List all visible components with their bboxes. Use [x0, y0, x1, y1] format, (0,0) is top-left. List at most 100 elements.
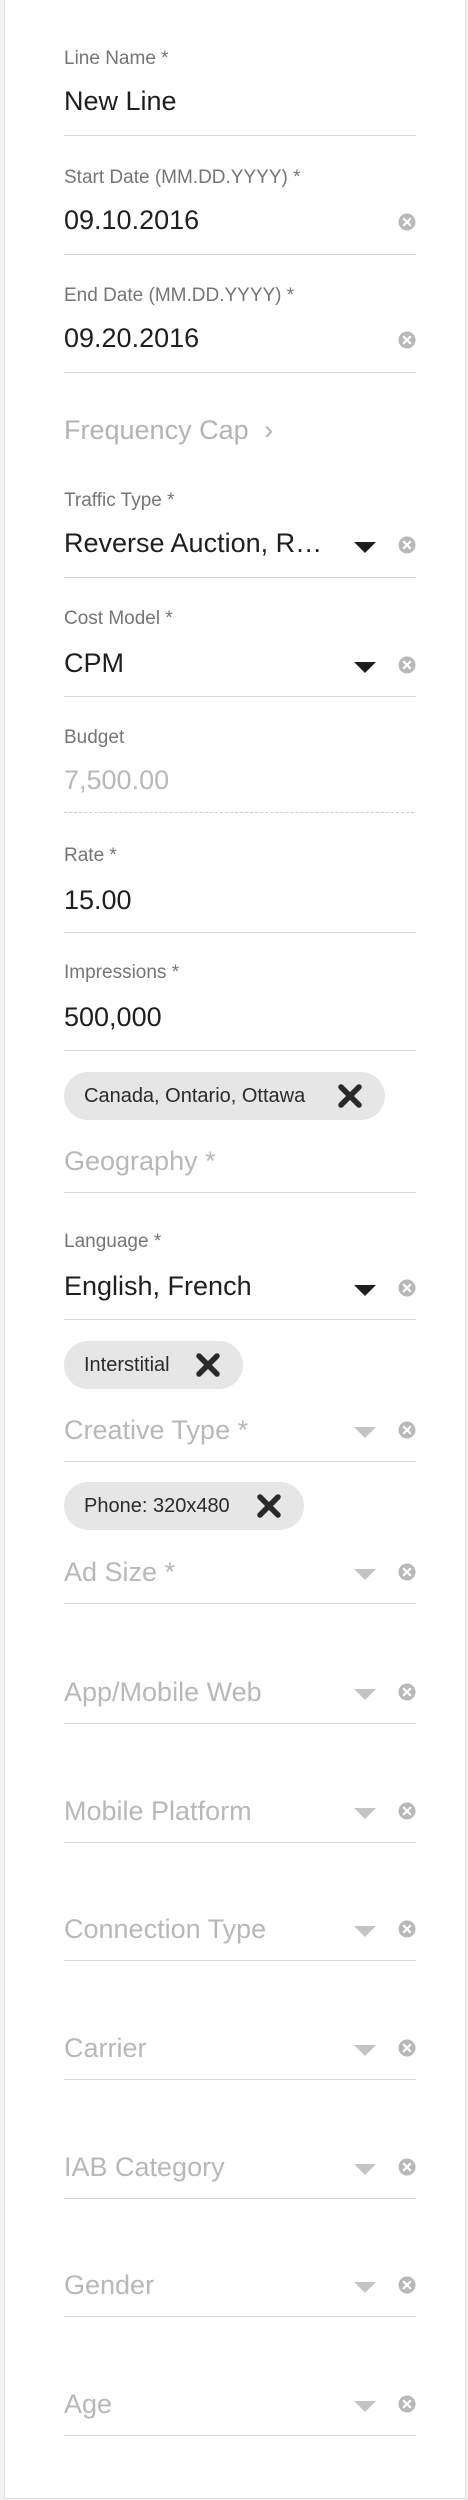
ad-size-chip-label: Phone: 320x480 — [84, 1495, 230, 1517]
impressions-label: Impressions * — [64, 962, 180, 983]
triangle-down-icon[interactable] — [354, 1569, 376, 1580]
language-select[interactable]: Language * English, French — [64, 1231, 416, 1321]
x-icon[interactable] — [337, 1083, 363, 1109]
rate-label: Rate * — [64, 845, 117, 866]
mobile-platform-underline — [64, 1842, 416, 1843]
gender-placeholder: Gender — [64, 2270, 155, 2300]
clear-icon[interactable] — [398, 331, 416, 349]
clear-icon[interactable] — [398, 2039, 416, 2057]
triangle-down-icon[interactable] — [354, 2282, 376, 2293]
clear-icon[interactable] — [398, 1421, 416, 1439]
line-name-label: Line Name * — [64, 48, 169, 69]
iab-category-placeholder: IAB Category — [64, 2152, 225, 2182]
clear-icon[interactable] — [398, 1683, 416, 1701]
rate-field[interactable]: Rate * 15.00 — [64, 845, 416, 935]
end-date-label: End Date (MM.DD.YYYY) * — [64, 285, 295, 306]
start-date-input[interactable]: 09.10.2016 — [64, 205, 199, 236]
budget-value: 7,500.00 — [64, 765, 170, 795]
line-name-input[interactable]: New Line — [64, 86, 177, 117]
traffic-type-select[interactable]: Traffic Type * Reverse Auction, Real Tim… — [64, 490, 416, 580]
clear-icon[interactable] — [398, 213, 416, 231]
clear-icon[interactable] — [398, 536, 416, 554]
triangle-down-icon[interactable] — [354, 1689, 376, 1700]
clear-icon[interactable] — [398, 1563, 416, 1581]
triangle-down-icon[interactable] — [354, 542, 376, 553]
carrier-placeholder: Carrier — [64, 2033, 147, 2063]
geography-input[interactable]: Geography * — [64, 1146, 416, 1196]
frequency-cap-link[interactable]: Frequency Cap › — [64, 415, 273, 446]
clear-icon[interactable] — [398, 656, 416, 674]
app-mobile-web-select[interactable]: App/Mobile Web — [64, 1677, 416, 1727]
geography-underline — [64, 1192, 416, 1193]
mobile-platform-select[interactable]: Mobile Platform — [64, 1796, 416, 1846]
triangle-down-icon[interactable] — [354, 2401, 376, 2412]
triangle-down-icon[interactable] — [354, 1808, 376, 1819]
iab-category-underline — [64, 2198, 416, 2199]
impressions-underline — [64, 1050, 416, 1051]
age-select[interactable]: Age — [64, 2389, 416, 2439]
clear-icon[interactable] — [398, 1920, 416, 1938]
triangle-down-icon[interactable] — [354, 662, 376, 673]
connection-type-select[interactable]: Connection Type — [64, 1914, 416, 1964]
rate-underline — [64, 932, 416, 933]
creative-type-chip: Interstitial — [64, 1341, 243, 1389]
clear-icon[interactable] — [398, 1279, 416, 1297]
triangle-down-icon[interactable] — [354, 1285, 376, 1296]
clear-icon[interactable] — [398, 2158, 416, 2176]
connection-type-placeholder: Connection Type — [64, 1914, 267, 1944]
creative-type-select[interactable]: Creative Type * — [64, 1415, 416, 1465]
impressions-input[interactable]: 500,000 — [64, 1002, 162, 1033]
end-date-input[interactable]: 09.20.2016 — [64, 323, 199, 354]
clear-icon[interactable] — [398, 2395, 416, 2413]
carrier-select[interactable]: Carrier — [64, 2033, 416, 2083]
triangle-down-icon[interactable] — [354, 1427, 376, 1438]
app-mobile-web-underline — [64, 1723, 416, 1724]
app-mobile-web-placeholder: App/Mobile Web — [64, 1677, 262, 1707]
clear-icon[interactable] — [398, 1802, 416, 1820]
ad-size-chip: Phone: 320x480 — [64, 1482, 304, 1530]
traffic-type-value: Reverse Auction, Real Time Bidding — [64, 528, 334, 558]
iab-category-select[interactable]: IAB Category — [64, 2152, 416, 2202]
geography-chip-label: Canada, Ontario, Ottawa — [84, 1085, 306, 1107]
cost-model-value: CPM — [64, 648, 124, 678]
geography-chip: Canada, Ontario, Ottawa — [64, 1072, 385, 1120]
ad-size-underline — [64, 1603, 416, 1604]
frequency-cap-label: Frequency Cap — [64, 415, 249, 445]
cost-model-select[interactable]: Cost Model * CPM — [64, 608, 416, 698]
rate-input[interactable]: 15.00 — [64, 885, 132, 916]
end-date-underline — [64, 372, 416, 373]
gender-select[interactable]: Gender — [64, 2270, 416, 2320]
ad-size-select[interactable]: Ad Size * — [64, 1557, 416, 1607]
carrier-underline — [64, 2079, 416, 2080]
traffic-type-label: Traffic Type * — [64, 490, 175, 511]
connection-type-underline — [64, 1960, 416, 1961]
language-label: Language * — [64, 1231, 162, 1252]
line-name-underline — [64, 135, 416, 136]
creative-type-underline — [64, 1461, 416, 1462]
budget-underline — [64, 812, 414, 813]
start-date-underline — [64, 254, 416, 255]
creative-type-placeholder: Creative Type * — [64, 1415, 249, 1445]
gender-underline — [64, 2316, 416, 2317]
start-date-field[interactable]: Start Date (MM.DD.YYYY) * 09.10.2016 — [64, 167, 416, 257]
traffic-type-underline — [64, 577, 416, 578]
mobile-platform-placeholder: Mobile Platform — [64, 1796, 252, 1826]
language-value: English, French — [64, 1271, 252, 1301]
triangle-down-icon[interactable] — [354, 1926, 376, 1937]
clear-icon[interactable] — [398, 2276, 416, 2294]
budget-label: Budget — [64, 727, 125, 748]
x-icon[interactable] — [256, 1493, 282, 1519]
triangle-down-icon[interactable] — [354, 2045, 376, 2056]
geography-placeholder: Geography * — [64, 1146, 216, 1176]
x-icon[interactable] — [195, 1352, 221, 1378]
cost-model-label: Cost Model * — [64, 608, 173, 629]
triangle-down-icon[interactable] — [354, 2164, 376, 2175]
cost-model-underline — [64, 696, 416, 697]
ad-size-placeholder: Ad Size * — [64, 1557, 176, 1587]
impressions-field[interactable]: Impressions * 500,000 — [64, 962, 416, 1052]
line-name-field[interactable]: Line Name * New Line — [64, 48, 416, 138]
line-form-panel: Line Name * New Line Start Date (MM.DD.Y… — [4, 0, 466, 2499]
end-date-field[interactable]: End Date (MM.DD.YYYY) * 09.20.2016 — [64, 285, 416, 375]
age-placeholder: Age — [64, 2389, 113, 2419]
start-date-label: Start Date (MM.DD.YYYY) * — [64, 167, 301, 188]
